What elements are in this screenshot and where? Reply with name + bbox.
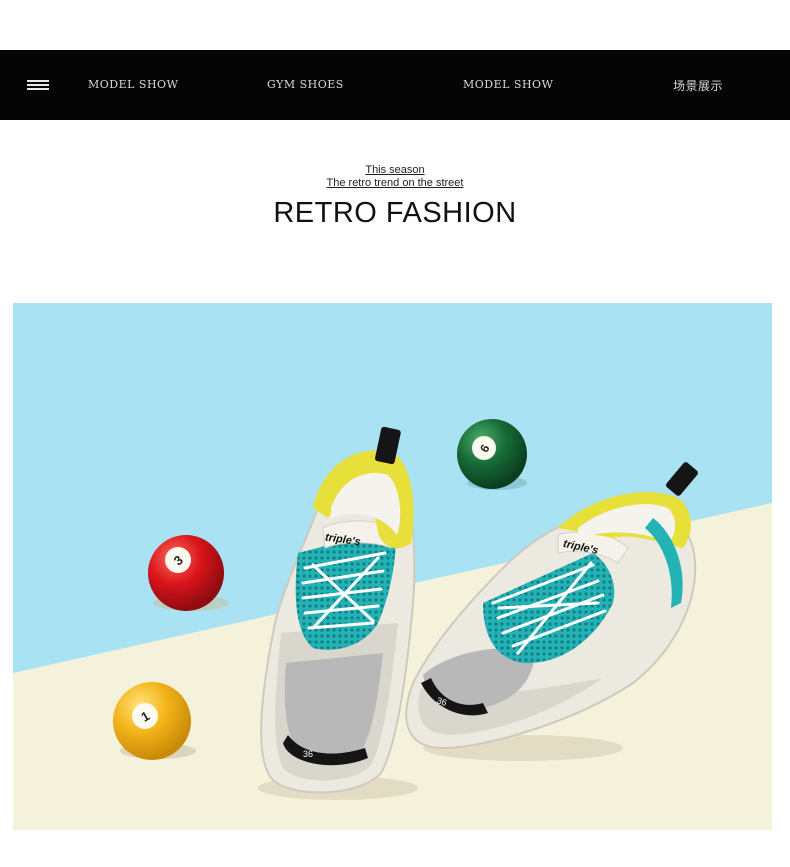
heading-subtitle-trend: The retro trend on the street bbox=[326, 177, 464, 189]
nav-item-scene-display[interactable]: 场景展示 bbox=[673, 77, 723, 94]
product-photo: 3 1 6 36 triple's 36 triple's bbox=[13, 303, 772, 830]
heading-subtitle-season: This season bbox=[365, 164, 425, 176]
nav-item-model-show-2[interactable]: MODEL SHOW bbox=[463, 78, 553, 91]
nav-item-gym-shoes[interactable]: GYM SHOES bbox=[267, 78, 344, 91]
section-heading: This season The retro trend on the stree… bbox=[0, 164, 790, 230]
heading-title: RETRO FASHION bbox=[273, 197, 517, 229]
size-label-left: 36 bbox=[303, 749, 313, 759]
nav-item-model-show[interactable]: MODEL SHOW bbox=[88, 78, 178, 91]
top-navigation-bar: MODEL SHOW GYM SHOES MODEL SHOW 场景展示 bbox=[0, 50, 790, 120]
hamburger-menu-icon[interactable] bbox=[27, 80, 49, 90]
product-photo-illustration: 3 1 6 36 triple's 36 triple's bbox=[13, 303, 772, 830]
